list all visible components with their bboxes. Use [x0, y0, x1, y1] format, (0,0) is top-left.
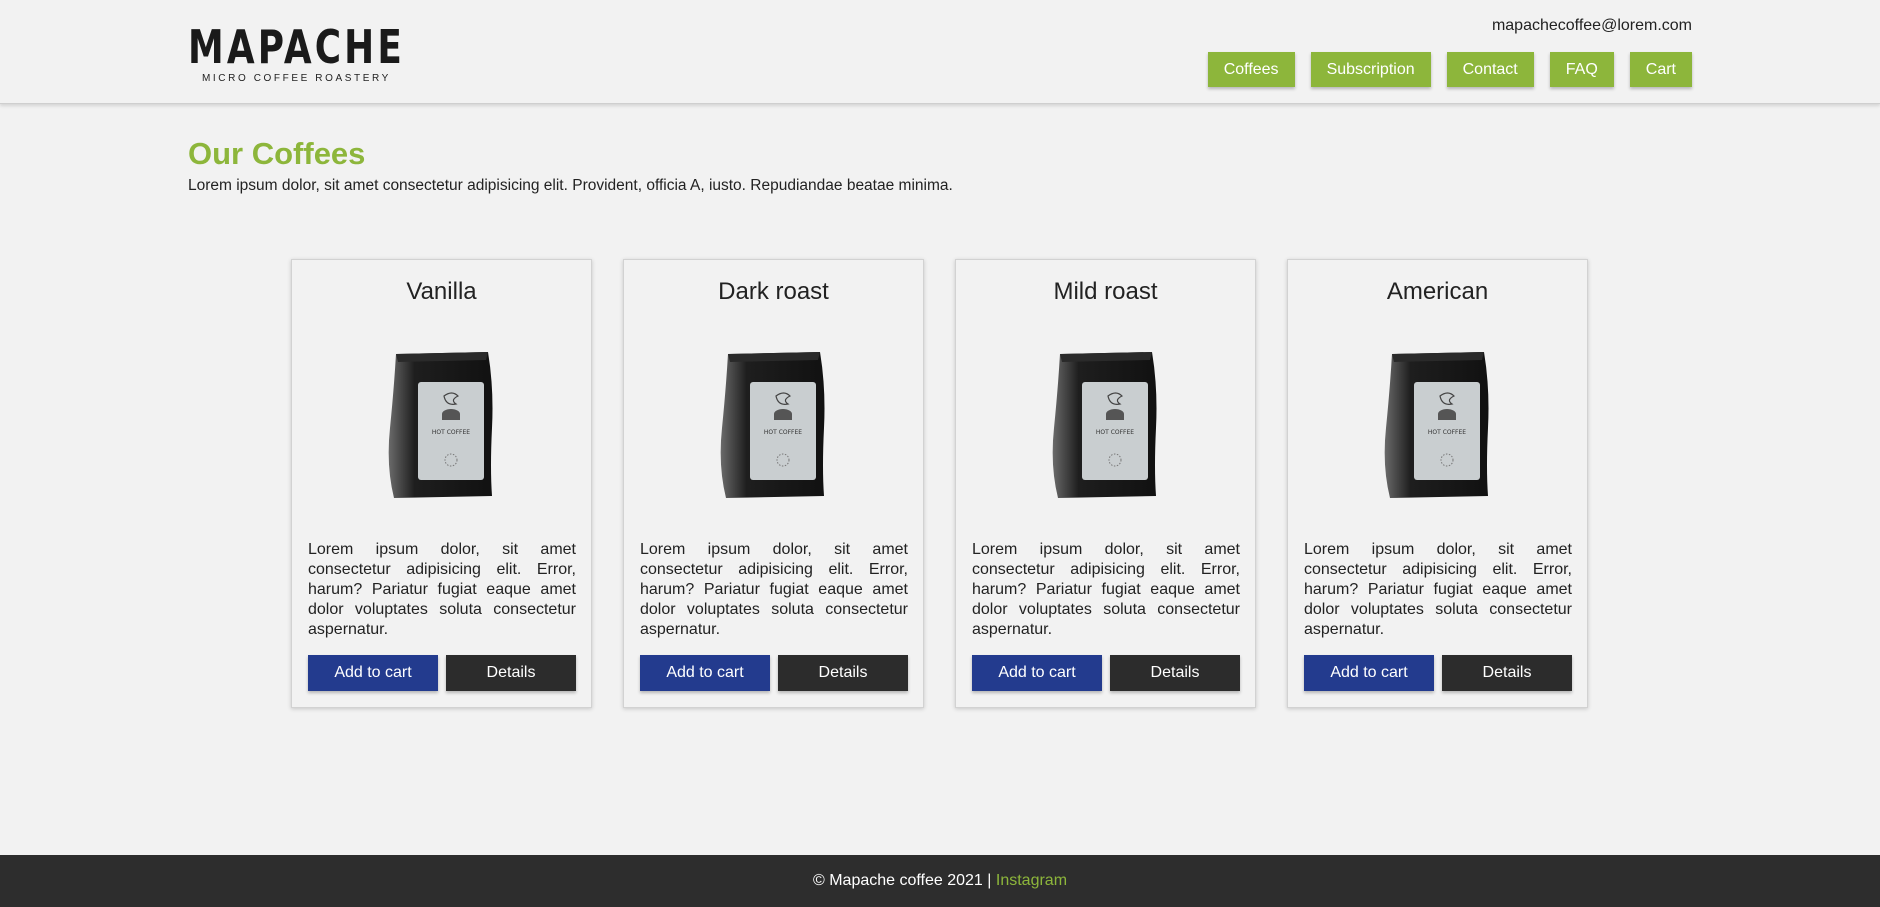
page-intro: Lorem ipsum dolor, sit amet consectetur … [188, 177, 953, 194]
details-button[interactable]: Details [446, 655, 576, 691]
details-button[interactable]: Details [778, 655, 908, 691]
details-button[interactable]: Details [1442, 655, 1572, 691]
coffee-bag-icon: HOT COFFEE [716, 348, 832, 500]
nav-subscription-button[interactable]: Subscription [1310, 52, 1431, 87]
add-to-cart-button[interactable]: Add to cart [1304, 655, 1434, 691]
page-title: Our Coffees [188, 136, 366, 171]
contact-email: mapachecoffee@lorem.com [1491, 17, 1692, 34]
product-description: Lorem ipsum dolor, sit amet consectetur … [308, 541, 576, 638]
product-name: Mild roast [1053, 278, 1158, 305]
product-card: Dark roast HOT COFFEE Lorem ipsum dolor,… [623, 259, 924, 708]
coffee-bag-icon: HOT COFFEE [384, 348, 500, 500]
svg-text:HOT COFFEE: HOT COFFEE [764, 429, 802, 436]
footer-copyright: © Mapache coffee 2021 | [812, 872, 992, 889]
site-header: MAPACHE MICRO COFFEE ROASTERY mapachecof… [0, 0, 1880, 104]
coffee-bag-icon: HOT COFFEE [1380, 348, 1496, 500]
svg-text:HOT COFFEE: HOT COFFEE [1428, 429, 1466, 436]
product-name: Dark roast [718, 278, 829, 305]
svg-text:HOT COFFEE: HOT COFFEE [1096, 429, 1134, 436]
product-description: Lorem ipsum dolor, sit amet consectetur … [640, 541, 908, 638]
product-card: Mild roast HOT COFFEE Lorem ipsum dolor,… [955, 259, 1256, 708]
nav-cart-button[interactable]: Cart [1629, 52, 1692, 87]
product-grid: Vanilla HOT COFFEE Lorem ipsum dolor, si… [291, 259, 1588, 708]
site-footer: © Mapache coffee 2021 | Instagram [0, 855, 1880, 907]
details-button[interactable]: Details [1110, 655, 1240, 691]
nav-coffees-button[interactable]: Coffees [1207, 52, 1295, 87]
add-to-cart-button[interactable]: Add to cart [640, 655, 770, 691]
add-to-cart-button[interactable]: Add to cart [972, 655, 1102, 691]
add-to-cart-button[interactable]: Add to cart [308, 655, 438, 691]
product-description: Lorem ipsum dolor, sit amet consectetur … [972, 541, 1240, 638]
product-name: Vanilla [406, 278, 477, 305]
product-card: Vanilla HOT COFFEE Lorem ipsum dolor, si… [291, 259, 592, 708]
logo-wordmark: MAPACHE [188, 20, 405, 74]
nav-contact-button[interactable]: Contact [1446, 52, 1534, 87]
product-description: Lorem ipsum dolor, sit amet consectetur … [1304, 541, 1572, 638]
logo-tagline: MICRO COFFEE ROASTERY [202, 73, 391, 84]
product-name: American [1386, 278, 1489, 305]
instagram-link[interactable]: Instagram [996, 872, 1067, 889]
svg-text:HOT COFFEE: HOT COFFEE [432, 429, 470, 436]
product-card: American HOT COFFEE Lorem ipsum dolor, s… [1287, 259, 1588, 708]
nav-faq-button[interactable]: FAQ [1549, 52, 1614, 87]
coffee-bag-icon: HOT COFFEE [1048, 348, 1164, 500]
main-nav: Coffees Subscription Contact FAQ Cart [1207, 52, 1692, 87]
brand-logo[interactable]: MAPACHE MICRO COFFEE ROASTERY [188, 20, 405, 84]
